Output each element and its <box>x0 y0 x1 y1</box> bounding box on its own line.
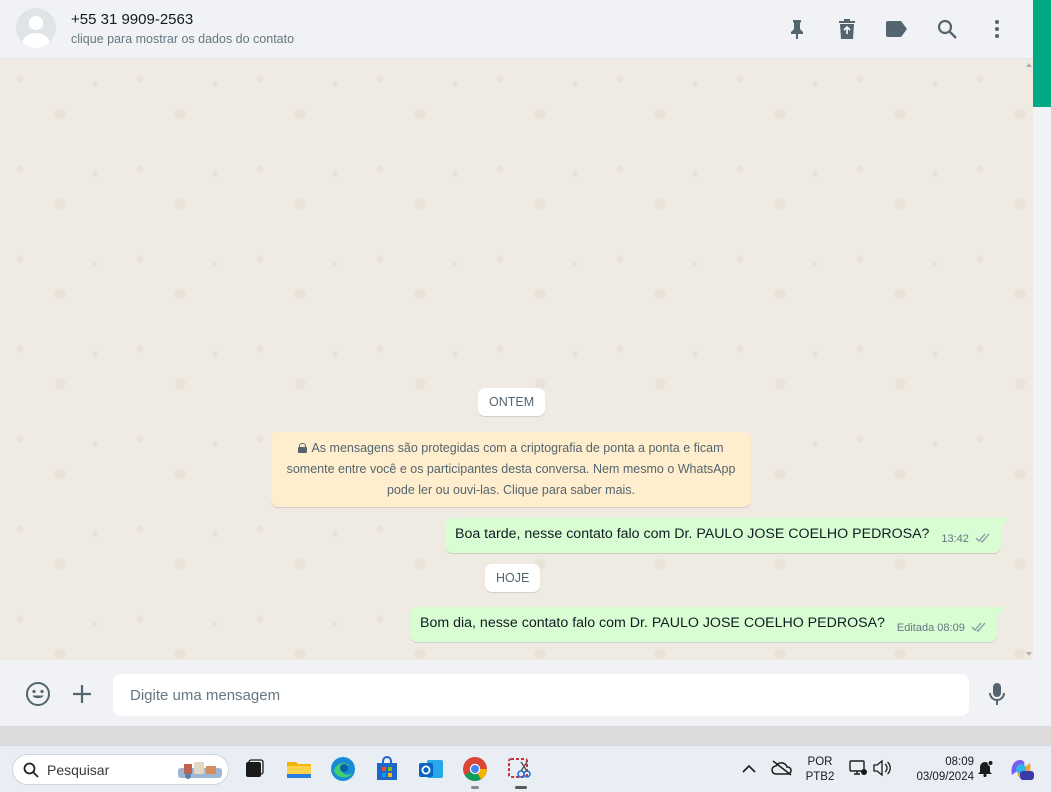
search-icon <box>23 762 39 778</box>
message-time: 13:42 <box>941 533 969 545</box>
compose-bar <box>0 660 1033 726</box>
chat-scrollbar[interactable] <box>1024 59 1033 660</box>
chrome-running-indicator <box>471 786 479 789</box>
notification-bell-icon[interactable] <box>976 759 994 782</box>
double-check-icon <box>975 533 991 546</box>
contact-subtitle: clique para mostrar os dados do contato <box>71 32 295 46</box>
scroll-down-arrow-icon[interactable] <box>1026 652 1032 656</box>
windows-taskbar: Pesquisar POR PTB2 08:09 03/09/2024 <box>0 745 1051 792</box>
emoji-icon[interactable] <box>25 681 51 707</box>
microsoft-store-icon[interactable] <box>374 756 400 782</box>
microphone-icon[interactable] <box>984 681 1010 707</box>
edge-browser-icon[interactable] <box>330 756 356 782</box>
taskbar-search-box[interactable]: Pesquisar <box>12 754 229 785</box>
side-accent-strip <box>1033 0 1051 107</box>
clock-date: 03/09/2024 <box>916 771 974 783</box>
message-meta: 13:42 <box>941 533 991 546</box>
date-separator-yesterday: ONTEM <box>478 388 546 416</box>
pin-icon[interactable] <box>785 17 809 41</box>
menu-icon[interactable] <box>985 17 1009 41</box>
copilot-icon[interactable] <box>1008 757 1034 786</box>
snipping-tool-icon[interactable] <box>506 756 532 782</box>
label-icon[interactable] <box>885 17 909 41</box>
taskbar-search-label: Pesquisar <box>47 761 110 778</box>
lock-icon <box>298 443 308 453</box>
volume-icon[interactable] <box>872 759 892 782</box>
message-time: 08:09 <box>937 622 965 634</box>
message-input[interactable] <box>113 674 969 716</box>
clock-time: 08:09 <box>945 756 974 768</box>
taskbar-clock[interactable]: 08:09 03/09/2024 <box>902 755 974 785</box>
chat-header: +55 31 9909-2563 clique para mostrar os … <box>0 0 1033 59</box>
message-text: Boa tarde, nesse contato falo com Dr. PA… <box>455 526 930 542</box>
onedrive-offline-icon[interactable] <box>771 759 793 782</box>
contact-info[interactable]: +55 31 9909-2563 clique para mostrar os … <box>71 11 294 46</box>
message-text: Bom dia, nesse contato falo com Dr. PAUL… <box>420 615 885 631</box>
message-outgoing[interactable]: Boa tarde, nesse contato falo com Dr. PA… <box>445 518 1009 553</box>
date-separator-today: HOJE <box>485 564 541 592</box>
file-explorer-icon[interactable] <box>286 756 312 782</box>
input-language-indicator[interactable]: POR PTB2 <box>800 755 840 785</box>
encryption-notice-text: As mensagens são protegidas com a cripto… <box>286 441 736 497</box>
chat-area[interactable]: ONTEM As mensagens são protegidas com a … <box>0 59 1033 660</box>
keyboard-layout: PTB2 <box>805 771 835 783</box>
task-view-icon[interactable] <box>241 756 267 782</box>
tray-overflow-chevron-icon[interactable] <box>742 761 756 779</box>
message-outgoing[interactable]: Bom dia, nesse contato falo com Dr. PAUL… <box>410 607 1005 642</box>
window-bottom-strip <box>0 726 1051 745</box>
search-highlight-icon <box>176 758 224 787</box>
attach-plus-icon[interactable] <box>69 681 95 707</box>
contact-name: +55 31 9909-2563 <box>71 11 194 28</box>
contact-avatar[interactable] <box>16 8 56 48</box>
scroll-up-arrow-icon[interactable] <box>1026 63 1032 67</box>
chrome-icon[interactable] <box>462 756 488 782</box>
encryption-notice[interactable]: As mensagens são protegidas com a cripto… <box>271 432 751 507</box>
right-gutter <box>1033 107 1051 745</box>
network-icon[interactable] <box>848 759 868 782</box>
message-edited-label: Editada <box>896 622 935 634</box>
delete-icon[interactable] <box>835 17 859 41</box>
search-icon[interactable] <box>935 17 959 41</box>
outlook-icon[interactable] <box>418 756 444 782</box>
language-code: POR <box>807 756 833 768</box>
message-meta: Editada 08:09 <box>897 622 987 635</box>
double-check-icon <box>971 622 987 635</box>
snipping-active-indicator <box>515 786 527 789</box>
